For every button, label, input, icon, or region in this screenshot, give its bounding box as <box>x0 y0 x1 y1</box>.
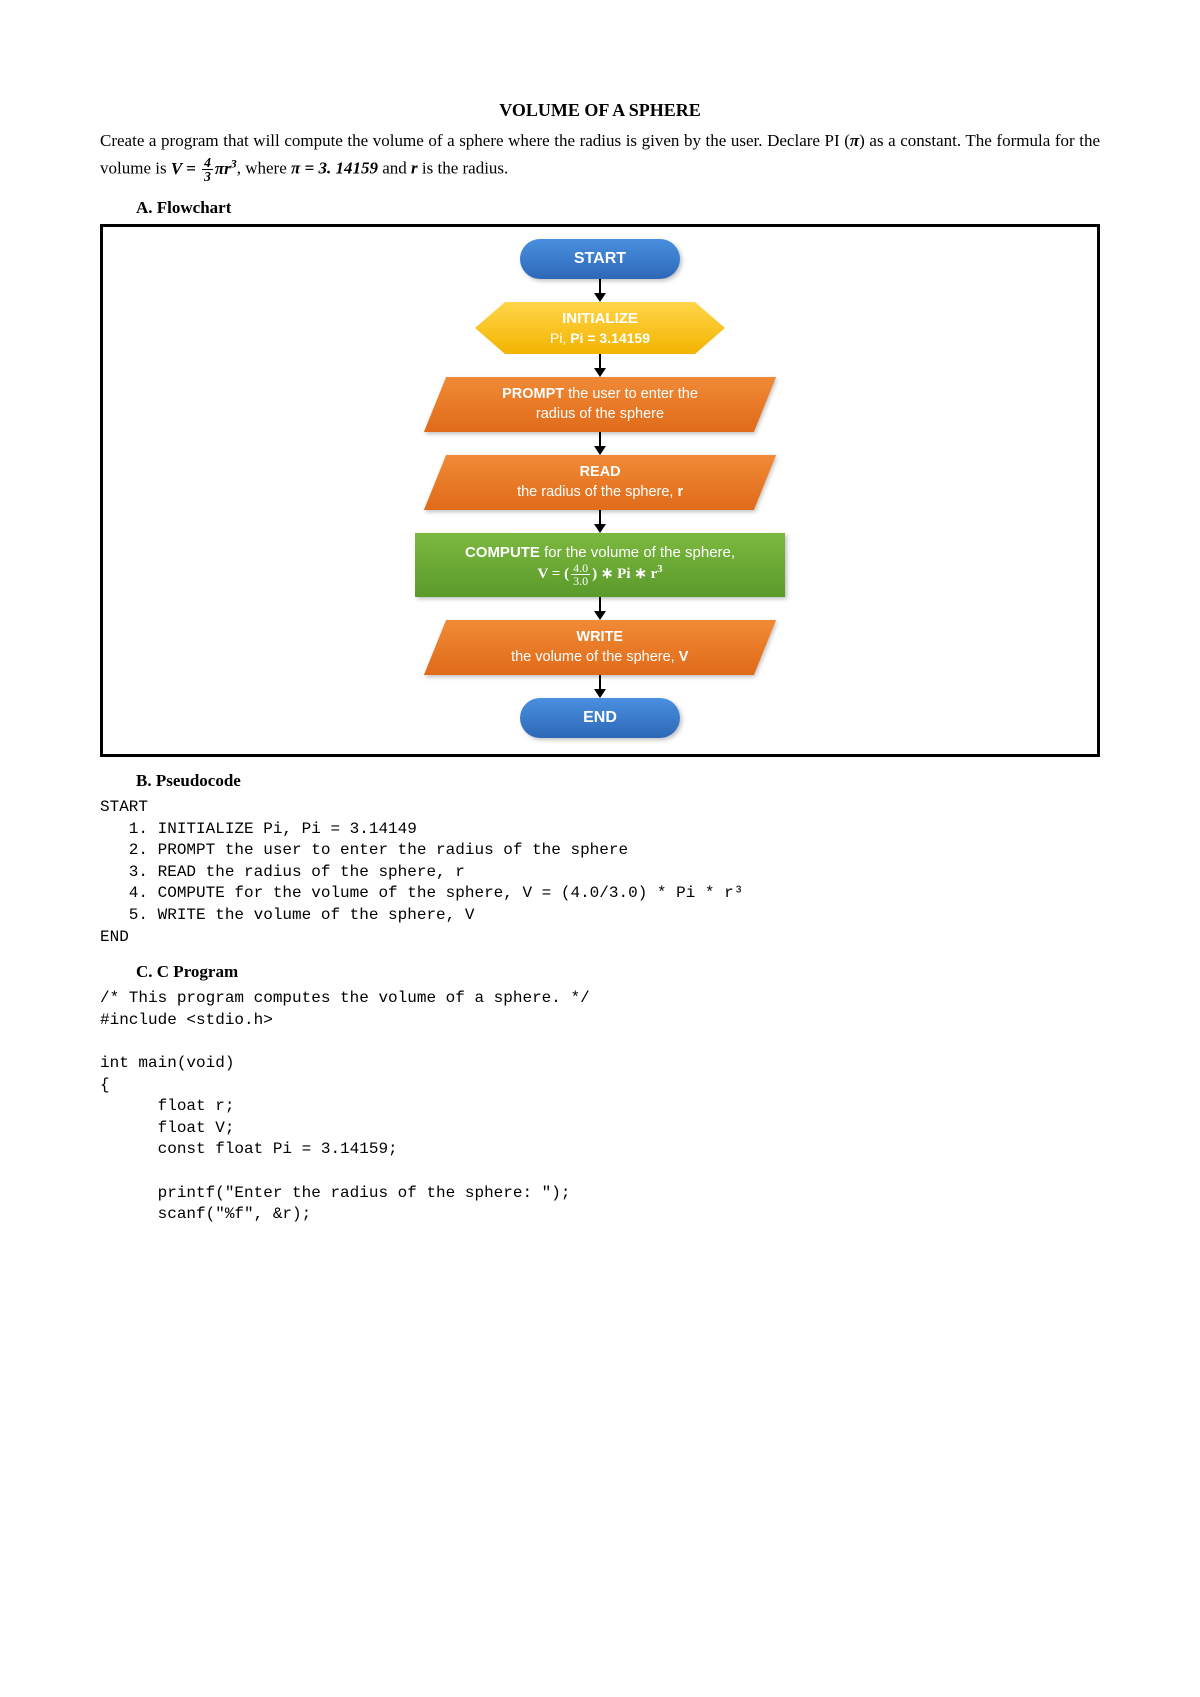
t: PROMPT <box>502 386 564 402</box>
intro-text: , where <box>237 159 291 178</box>
t: the radius of the sphere, <box>517 485 677 501</box>
flow-initialize: INITIALIZE Pi, Pi = 3.14159 <box>475 302 725 354</box>
arrow-icon <box>594 675 606 698</box>
flowchart: START INITIALIZE Pi, Pi = 3.14159 PROMPT… <box>113 239 1087 738</box>
pi-equals: π = 3. 14159 <box>291 159 378 178</box>
arrow-icon <box>594 510 606 533</box>
page-title: VOLUME OF A SPHERE <box>100 100 1100 121</box>
flow-init-label: INITIALIZE <box>562 309 638 329</box>
fraction: 43 <box>202 156 213 184</box>
t: r <box>677 485 683 501</box>
formula-v: V = <box>171 159 200 178</box>
t: 3 <box>657 564 662 575</box>
section-a-label: A. Flowchart <box>136 198 1100 218</box>
flow-prompt: PROMPT the user to enter the radius of t… <box>424 377 776 432</box>
flow-write: WRITE the volume of the sphere, V <box>424 620 776 675</box>
section-b-label: B. Pseudocode <box>136 771 1100 791</box>
section-c-label: C. C Program <box>136 962 1100 982</box>
arrow-icon <box>594 597 606 620</box>
t: WRITE <box>577 629 624 645</box>
pi-symbol: π <box>850 131 859 150</box>
t: Pi, <box>550 330 570 346</box>
t: V = ( <box>538 566 570 582</box>
flow-init-value: Pi, Pi = 3.14159 <box>550 329 650 347</box>
intro-paragraph: Create a program that will compute the v… <box>100 127 1100 184</box>
t: radius of the sphere <box>536 407 664 423</box>
t: 3.0 <box>571 575 590 587</box>
intro-text: and <box>378 159 411 178</box>
flow-end: END <box>520 698 680 738</box>
fraction-denominator: 3 <box>202 170 213 184</box>
flowchart-container: START INITIALIZE Pi, Pi = 3.14159 PROMPT… <box>100 224 1100 757</box>
flow-start: START <box>520 239 680 279</box>
t: the user to enter the <box>564 386 698 402</box>
fraction-numerator: 4 <box>202 156 213 171</box>
arrow-icon <box>594 354 606 377</box>
intro-text: Create a program that will compute the v… <box>100 131 850 150</box>
t: COMPUTE <box>465 544 540 561</box>
t: V <box>679 650 689 666</box>
intro-text: is the radius. <box>418 159 509 178</box>
flow-start-label: START <box>574 249 626 270</box>
arrow-icon <box>594 432 606 455</box>
t: for the volume of the sphere, <box>540 544 735 561</box>
t: Pi = 3.14159 <box>570 330 650 346</box>
pseudocode-block: START 1. INITIALIZE Pi, Pi = 3.14149 2. … <box>100 797 1100 948</box>
c-program-block: /* This program computes the volume of a… <box>100 988 1100 1226</box>
formula-tail: πr <box>215 159 231 178</box>
arrow-icon <box>594 279 606 302</box>
t: READ <box>579 464 620 480</box>
t: the volume of the sphere, <box>511 650 679 666</box>
fraction: 4.03.0 <box>571 562 590 587</box>
flow-end-label: END <box>583 708 617 729</box>
t: ) ∗ Pi ∗ r <box>592 566 657 582</box>
flow-read: READ the radius of the sphere, r <box>424 455 776 510</box>
r-symbol: r <box>411 159 418 178</box>
flow-compute: COMPUTE for the volume of the sphere, V … <box>415 533 785 597</box>
